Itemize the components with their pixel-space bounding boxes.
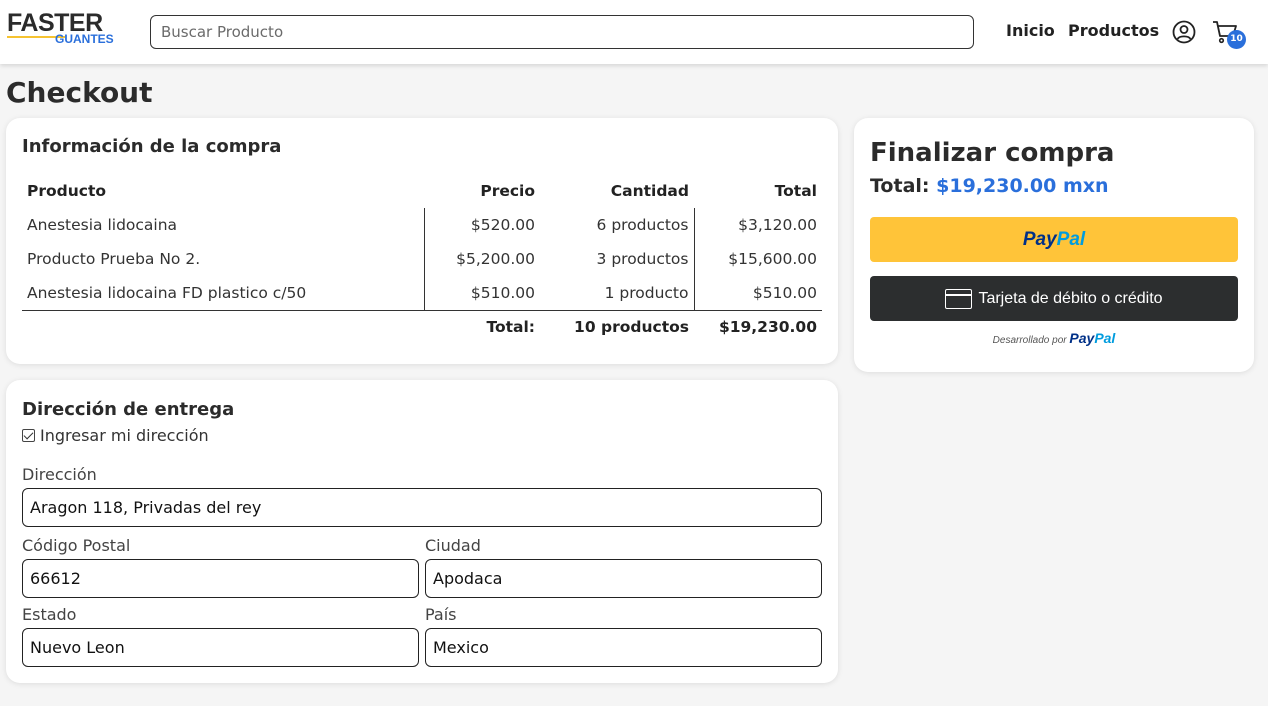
paypal-small-pal: Pal <box>1094 330 1116 346</box>
total-qty: 10 productos <box>540 309 694 344</box>
use-my-address-checkbox[interactable]: Ingresar mi dirección <box>22 426 209 445</box>
postal-code-input[interactable] <box>22 559 419 598</box>
paypal-logo: PayPal <box>1023 229 1085 250</box>
cell-qty: 3 productos <box>596 250 689 268</box>
column-header-total: Total <box>774 182 817 200</box>
cart-count-badge: 10 <box>1227 30 1246 49</box>
paypal-button[interactable]: PayPal <box>870 217 1238 262</box>
order-summary-card: Información de la compra Producto Precio… <box>6 118 838 364</box>
cell-qty: 6 productos <box>596 216 689 234</box>
cell-empty <box>22 309 424 344</box>
logo-subtitle: GUANTES <box>55 32 114 46</box>
field-label-estado: Estado <box>22 605 77 624</box>
checkout-payment-card: Finalizar compra Total: $19,230.00 mxn P… <box>854 118 1254 372</box>
paypal-small-logo: PayPal <box>1069 330 1115 346</box>
column-header-product: Producto <box>27 182 107 200</box>
cell-product: Anestesia lidocaina <box>27 216 178 234</box>
checkbox-checked-icon[interactable] <box>22 429 35 442</box>
cell-total: $3,120.00 <box>693 208 822 242</box>
nav-link-productos[interactable]: Productos <box>1068 21 1159 40</box>
delivery-address-card: Dirección de entrega Ingresar mi direcci… <box>6 380 838 683</box>
address-input[interactable] <box>22 488 822 527</box>
field-label-direccion: Dirección <box>22 465 97 484</box>
powered-by-paypal: Desarrollado por PayPal <box>854 330 1254 346</box>
table-total-row: Total: 10 productos $19,230.00 <box>22 309 822 344</box>
top-navbar: FASTER GUANTES Inicio Productos 10 <box>0 0 1268 64</box>
nav-link-inicio[interactable]: Inicio <box>1006 21 1055 40</box>
brand-logo[interactable]: FASTER GUANTES <box>7 9 122 47</box>
table-header-row: Producto Precio Cantidad Total <box>22 176 822 208</box>
credit-card-icon <box>945 288 973 309</box>
field-label-pais: País <box>425 605 457 624</box>
field-label-ciudad: Ciudad <box>425 536 481 555</box>
finalize-purchase-title: Finalizar compra <box>870 138 1115 168</box>
payment-total-amount: $19,230.00 mxn <box>936 175 1109 197</box>
order-table: Producto Precio Cantidad Total Anestesia… <box>22 176 822 344</box>
paypal-logo-pal: Pal <box>1056 228 1086 250</box>
column-header-qty: Cantidad <box>610 182 689 200</box>
table-row: Anestesia lidocaina $520.00 6 productos … <box>22 208 822 242</box>
checkbox-label: Ingresar mi dirección <box>40 426 209 445</box>
payment-total: Total: $19,230.00 mxn <box>870 175 1109 197</box>
column-header-price: Precio <box>480 182 535 200</box>
cell-price: $510.00 <box>423 276 540 310</box>
cell-total: $15,600.00 <box>693 242 822 276</box>
table-row: Producto Prueba No 2. $5,200.00 3 produc… <box>22 242 822 276</box>
cell-price: $520.00 <box>423 208 540 242</box>
total-label: Total: <box>424 309 540 344</box>
card-button-label: Tarjeta de débito o crédito <box>978 289 1163 307</box>
powered-by-label: Desarrollado por <box>992 335 1067 346</box>
cell-total: $510.00 <box>693 276 822 310</box>
order-summary-title: Información de la compra <box>22 136 282 157</box>
cell-price: $5,200.00 <box>423 242 540 276</box>
page-title: Checkout <box>6 76 153 109</box>
cell-product: Producto Prueba No 2. <box>27 250 201 268</box>
payment-total-label: Total: <box>870 175 930 197</box>
city-input[interactable] <box>425 559 822 598</box>
table-row: Anestesia lidocaina FD plastico c/50 $51… <box>22 276 822 310</box>
total-amount: $19,230.00 <box>694 309 822 344</box>
cell-product: Anestesia lidocaina FD plastico c/50 <box>27 283 307 302</box>
delivery-address-title: Dirección de entrega <box>22 399 235 420</box>
country-input[interactable] <box>425 628 822 667</box>
user-account-icon[interactable] <box>1172 20 1196 44</box>
cell-qty: 1 producto <box>604 283 689 302</box>
state-input[interactable] <box>22 628 419 667</box>
debit-credit-card-button[interactable]: Tarjeta de débito o crédito <box>870 276 1238 321</box>
paypal-small-pay: Pay <box>1069 330 1095 346</box>
paypal-logo-pay: Pay <box>1022 228 1057 250</box>
search-input[interactable] <box>150 15 974 49</box>
field-label-cp: Código Postal <box>22 536 131 555</box>
